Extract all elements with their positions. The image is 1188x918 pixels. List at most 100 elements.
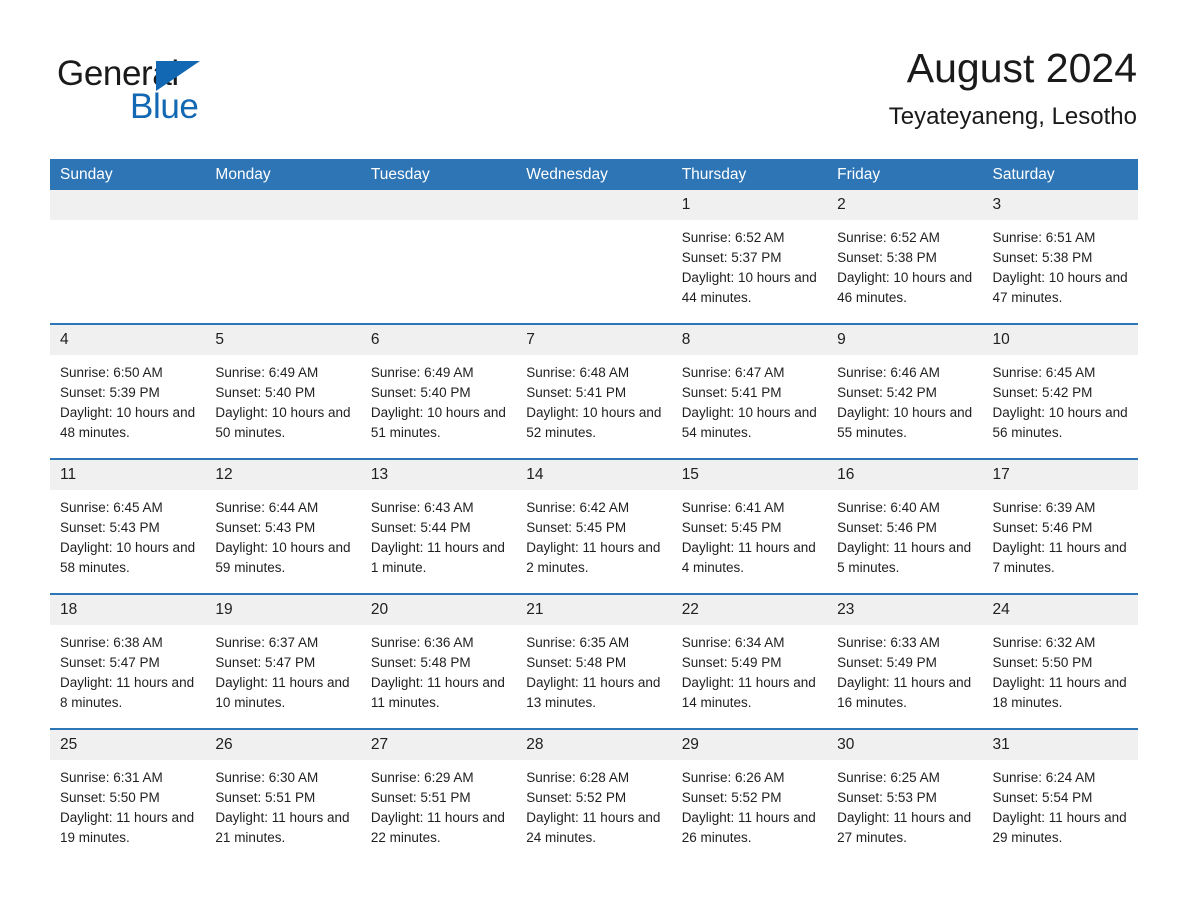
calendar-day-cell[interactable]: 5 Sunrise: 6:49 AM Sunset: 5:40 PM Daylight… [205, 323, 361, 459]
sunset-text: Sunset: 5:42 PM [837, 385, 937, 400]
sunrise-text: Sunrise: 6:26 AM [681, 770, 785, 785]
page-subtitle: Teyateyaneng, Lesotho [888, 103, 1137, 130]
daylight-text: Daylight: 11 hours and 7 minutes. [992, 540, 1127, 575]
calendar-day-cell[interactable]: 24 Sunrise: 6:32 AM Sunset: 5:50 PM Dayligh… [982, 593, 1138, 729]
daylight-text: Daylight: 11 hours and 14 minutes. [681, 675, 816, 710]
calendar-day-cell[interactable]: 2 Sunrise: 6:52 AM Sunset: 5:38 PM Daylight… [827, 190, 983, 324]
sunrise-text: Sunrise: 6:41 AM [681, 500, 785, 515]
calendar-day-cell[interactable]: 28 Sunrise: 6:28 AM Sunset: 5:52 PM Dayligh… [516, 728, 672, 863]
calendar-day-cell[interactable]: 29 Sunrise: 6:26 AM Sunset: 5:52 PM Dayligh… [671, 728, 828, 863]
sunrise-text: Sunrise: 6:46 AM [837, 365, 940, 380]
calendar-day-cell[interactable]: 11 Sunrise: 6:45 AM Sunset: 5:43 PM Dayligh… [50, 458, 206, 594]
daylight-text: Daylight: 10 hours and 58 minutes. [60, 540, 196, 575]
calendar-day-cell[interactable]: 21 Sunrise: 6:35 AM Sunset: 5:48 PM Dayligh… [516, 593, 672, 729]
day-number: 10 [982, 325, 1138, 355]
calendar-day-cell[interactable]: 26 Sunrise: 6:30 AM Sunset: 5:51 PM Dayligh… [205, 728, 361, 863]
day-number: 29 [671, 730, 828, 760]
day-number: 18 [50, 595, 206, 625]
sunrise-text: Sunrise: 6:47 AM [681, 365, 785, 380]
weekday-header-friday: Friday [827, 159, 983, 190]
day-details: Sunrise: 6:46 AM Sunset: 5:42 PM Daylight:… [827, 355, 982, 443]
sunrise-text: Sunrise: 6:24 AM [992, 770, 1096, 785]
day-details: Sunrise: 6:25 AM Sunset: 5:53 PM Daylight:… [827, 760, 982, 848]
weekday-header-monday: Monday [205, 159, 361, 190]
sunrise-text: Sunrise: 6:34 AM [681, 635, 785, 650]
sunset-text: Sunset: 5:49 PM [681, 655, 782, 670]
daylight-text: Daylight: 11 hours and 11 minutes. [370, 675, 505, 710]
day-details: Sunrise: 6:39 AM Sunset: 5:46 PM Daylight:… [983, 490, 1138, 578]
calendar-day-cell[interactable]: 27 Sunrise: 6:29 AM Sunset: 5:51 PM Dayligh… [360, 728, 517, 863]
sunset-text: Sunset: 5:39 PM [60, 385, 160, 400]
day-number: 19 [205, 595, 361, 625]
day-number: 31 [982, 730, 1138, 760]
calendar-day-cell[interactable]: 19 Sunrise: 6:37 AM Sunset: 5:47 PM Dayligh… [205, 593, 361, 729]
daylight-text: Daylight: 11 hours and 8 minutes. [60, 675, 195, 710]
daylight-text: Daylight: 11 hours and 2 minutes. [526, 540, 661, 575]
sunset-text: Sunset: 5:47 PM [215, 655, 316, 670]
day-details: Sunrise: 6:44 AM Sunset: 5:43 PM Daylight:… [205, 490, 360, 578]
calendar-day-cell[interactable]: 18 Sunrise: 6:38 AM Sunset: 5:47 PM Dayligh… [50, 593, 206, 729]
day-details: Sunrise: 6:28 AM Sunset: 5:52 PM Daylight:… [516, 760, 671, 848]
calendar-day-cell[interactable]: 10 Sunrise: 6:45 AM Sunset: 5:42 PM Dayligh… [982, 323, 1138, 459]
day-details: Sunrise: 6:35 AM Sunset: 5:48 PM Daylight:… [516, 625, 671, 713]
day-details: Sunrise: 6:26 AM Sunset: 5:52 PM Daylight:… [672, 760, 827, 848]
calendar-day-cell[interactable]: 9 Sunrise: 6:46 AM Sunset: 5:42 PM Daylight… [827, 323, 983, 459]
calendar-day-cell[interactable]: 12 Sunrise: 6:44 AM Sunset: 5:43 PM Dayligh… [205, 458, 361, 594]
sunset-text: Sunset: 5:51 PM [215, 790, 316, 805]
sunset-text: Sunset: 5:46 PM [992, 520, 1093, 535]
day-number: 1 [671, 190, 828, 220]
sunrise-text: Sunrise: 6:45 AM [992, 365, 1096, 380]
sunset-text: Sunset: 5:54 PM [992, 790, 1093, 805]
weekday-header-saturday: Saturday [982, 159, 1138, 190]
day-number: 12 [205, 460, 361, 490]
logo-text-blue: Blue [130, 87, 199, 126]
day-number: 23 [827, 595, 983, 625]
calendar-day-cell[interactable]: 8 Sunrise: 6:47 AM Sunset: 5:41 PM Daylight… [671, 323, 828, 459]
generalblue-logo[interactable]: General Blue [57, 54, 257, 134]
calendar-day-cell[interactable]: 15 Sunrise: 6:41 AM Sunset: 5:45 PM Dayligh… [671, 458, 828, 594]
sunset-text: Sunset: 5:50 PM [60, 790, 160, 805]
sunset-text: Sunset: 5:52 PM [526, 790, 627, 805]
calendar-day-cell[interactable]: 7 Sunrise: 6:48 AM Sunset: 5:41 PM Daylight… [516, 323, 672, 459]
sunrise-text: Sunrise: 6:31 AM [60, 770, 163, 785]
page-header: General Blue August 2024 Teyateyaneng, L… [50, 42, 1138, 152]
sunset-text: Sunset: 5:37 PM [681, 250, 782, 265]
daylight-text: Daylight: 11 hours and 10 minutes. [215, 675, 350, 710]
calendar-empty-cell [205, 190, 361, 324]
calendar-day-cell[interactable]: 23 Sunrise: 6:33 AM Sunset: 5:49 PM Dayligh… [827, 593, 983, 729]
day-number: 21 [516, 595, 672, 625]
day-details: Sunrise: 6:42 AM Sunset: 5:45 PM Daylight:… [516, 490, 671, 578]
day-number [516, 190, 672, 220]
calendar-day-cell[interactable]: 17 Sunrise: 6:39 AM Sunset: 5:46 PM Dayligh… [982, 458, 1138, 594]
calendar-day-cell[interactable]: 3 Sunrise: 6:51 AM Sunset: 5:38 PM Daylight… [982, 190, 1138, 324]
calendar-day-cell[interactable]: 13 Sunrise: 6:43 AM Sunset: 5:44 PM Dayligh… [360, 458, 517, 594]
calendar-day-cell[interactable]: 31 Sunrise: 6:24 AM Sunset: 5:54 PM Dayligh… [982, 728, 1138, 863]
day-details: Sunrise: 6:36 AM Sunset: 5:48 PM Daylight:… [361, 625, 516, 713]
calendar-day-cell[interactable]: 25 Sunrise: 6:31 AM Sunset: 5:50 PM Dayligh… [50, 728, 206, 863]
calendar-day-cell[interactable]: 30 Sunrise: 6:25 AM Sunset: 5:53 PM Dayligh… [827, 728, 983, 863]
sunset-text: Sunset: 5:43 PM [215, 520, 316, 535]
day-number: 4 [50, 325, 206, 355]
day-details: Sunrise: 6:40 AM Sunset: 5:46 PM Daylight:… [827, 490, 982, 578]
sunset-text: Sunset: 5:42 PM [992, 385, 1093, 400]
calendar-day-cell[interactable]: 6 Sunrise: 6:49 AM Sunset: 5:40 PM Daylight… [360, 323, 517, 459]
calendar-day-cell[interactable]: 14 Sunrise: 6:42 AM Sunset: 5:45 PM Dayligh… [516, 458, 672, 594]
daylight-text: Daylight: 11 hours and 4 minutes. [681, 540, 816, 575]
day-number: 9 [827, 325, 983, 355]
day-number: 3 [982, 190, 1138, 220]
calendar-week-row: 18 Sunrise: 6:38 AM Sunset: 5:47 PM Dayligh… [50, 593, 1138, 729]
day-number [205, 190, 361, 220]
calendar-day-cell[interactable]: 20 Sunrise: 6:36 AM Sunset: 5:48 PM Dayligh… [360, 593, 517, 729]
weekday-header-sunday: Sunday [50, 159, 206, 190]
calendar-day-cell[interactable]: 4 Sunrise: 6:50 AM Sunset: 5:39 PM Daylight… [50, 323, 206, 459]
calendar-day-cell[interactable]: 16 Sunrise: 6:40 AM Sunset: 5:46 PM Dayligh… [827, 458, 983, 594]
calendar-day-cell[interactable]: 22 Sunrise: 6:34 AM Sunset: 5:49 PM Dayligh… [671, 593, 828, 729]
calendar-week-row: 25 Sunrise: 6:31 AM Sunset: 5:50 PM Dayligh… [50, 728, 1138, 863]
title-block: August 2024 Teyateyaneng, Lesotho [889, 42, 1137, 134]
daylight-text: Daylight: 11 hours and 24 minutes. [526, 810, 661, 845]
day-number: 6 [360, 325, 517, 355]
calendar-day-cell[interactable]: 1 Sunrise: 6:52 AM Sunset: 5:37 PM Daylight… [671, 190, 828, 324]
day-number: 20 [360, 595, 517, 625]
day-number: 13 [360, 460, 517, 490]
sunset-text: Sunset: 5:41 PM [681, 385, 782, 400]
